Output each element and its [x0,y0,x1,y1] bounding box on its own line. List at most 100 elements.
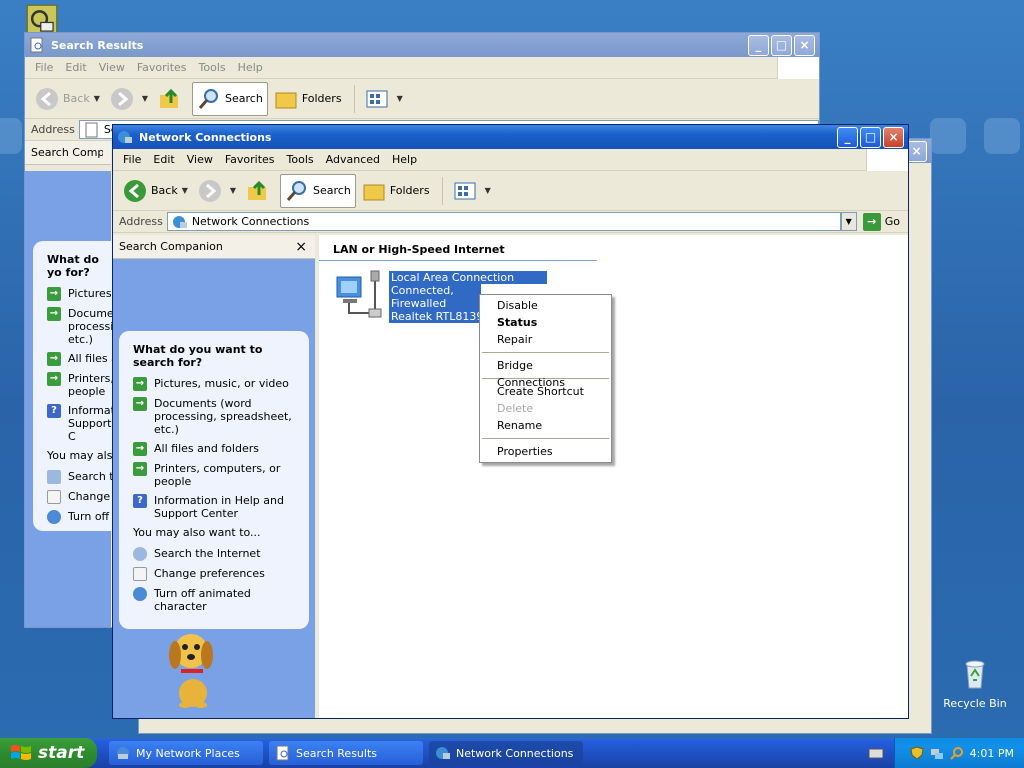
close-button[interactable]: × [794,34,815,56]
menu-help[interactable]: Help [386,153,423,166]
network-adapter-icon [336,270,382,318]
green-arrow-icon: → [47,372,61,386]
search-results-titlebar[interactable]: Search Results _ □ × [25,33,819,57]
up-folder-button[interactable] [154,82,190,116]
recycle-bin-label: Recycle Bin [943,697,1007,710]
search-option-printers[interactable]: → Printers, computers, or people [133,462,297,488]
menu-file[interactable]: File [117,153,147,166]
maximize-button[interactable]: □ [771,34,792,56]
up-folder-icon [160,88,179,108]
back-button[interactable]: Back ▼ [31,82,104,116]
security-shield-icon[interactable] [910,746,924,760]
preferences-icon [133,567,147,581]
search-companion-header: Search Compani [25,141,111,165]
search-icon [198,88,219,109]
menu-repair[interactable]: Repair [480,331,611,348]
search-button[interactable]: Search [280,173,356,208]
network-connections-icon [436,747,450,759]
menu-favorites[interactable]: Favorites [219,153,281,166]
search-option-pictures[interactable]: → Pictures, music, or video [133,377,297,391]
connection-device: Realtek RTL8139 F [389,310,481,323]
search-internet-link[interactable]: Search the Internet [133,547,297,561]
go-button[interactable]: → Go [857,212,908,231]
menu-separator [482,352,609,353]
address-dropdown-button[interactable]: ▼ [840,212,857,231]
menu-bridge-connections[interactable]: Bridge Connections [480,357,611,389]
toolbar: Back ▼ ▼ Search Folders ▼ [113,171,908,211]
search-companion-panel: Search Companion × What do you want to s… [113,235,315,718]
menu-advanced[interactable]: Advanced [320,153,386,166]
task-search-results[interactable]: Search Results [269,741,423,765]
menu-tools[interactable]: Tools [281,153,320,166]
windows-logo [866,149,908,171]
search-results-icon [85,122,98,137]
close-companion-button[interactable]: × [295,239,307,255]
views-button[interactable]: ▼ [449,174,495,208]
menu-file[interactable]: File [29,61,59,74]
search-label: Search [313,184,351,197]
globe-icon [47,510,61,524]
search-companion-title: Search Companion [119,240,223,253]
close-button[interactable]: × [883,126,904,148]
task-network-connections[interactable]: Network Connections [429,741,583,765]
search-dog-character-icon[interactable] [159,623,225,709]
green-arrow-icon: → [47,307,61,321]
back-label: Back [151,184,178,197]
toolbar: Back ▼ ▼ Search Folders ▼ [25,79,819,119]
maximize-button[interactable]: □ [860,126,881,148]
folders-icon [275,92,297,108]
minimize-button[interactable]: _ [748,34,769,56]
connection-status: Connected, Firewalled [389,284,481,310]
clock[interactable]: 4:01 PM [970,747,1014,760]
start-button[interactable]: start [0,738,97,768]
search-tray-icon[interactable] [949,746,964,760]
keyboard-icon[interactable] [868,746,884,760]
search-option-documents[interactable]: → Documents (word processing, spreadsheet… [133,397,297,436]
globe-icon [133,587,147,601]
recycle-bin[interactable]: Recycle Bin [940,658,1010,710]
close-button[interactable]: × [906,140,927,162]
preferences-icon [47,490,61,504]
menu-create-shortcut[interactable]: Create Shortcut [480,383,611,400]
menu-help[interactable]: Help [232,61,269,74]
task-my-network-places[interactable]: My Network Places [109,741,263,765]
menu-view[interactable]: View [181,153,219,166]
connection-name: Local Area Connection [389,271,547,284]
menu-edit[interactable]: Edit [59,61,92,74]
menu-status[interactable]: Status [480,314,611,331]
up-folder-button[interactable] [242,174,278,208]
search-option-help[interactable]: ? Information in Help and Support Center [133,494,297,520]
menu-rename[interactable]: Rename [480,417,611,434]
address-field[interactable]: Network Connections [166,212,841,231]
menu-separator [482,438,609,439]
menu-tools[interactable]: Tools [193,61,232,74]
search-label: Search [225,92,263,105]
balloon-heading: What do you want to search for? [133,343,263,369]
search-companion-title: Search Compani [31,146,103,159]
green-arrow-icon: → [47,352,61,366]
network-status-icon[interactable] [930,746,944,760]
network-connections-titlebar[interactable]: Network Connections _ □ × [113,125,908,149]
back-arrow-icon [124,179,146,202]
folders-button[interactable]: Folders [270,82,346,116]
menu-disable[interactable]: Disable [480,297,611,314]
go-arrow-icon: → [862,212,881,231]
menu-view[interactable]: View [93,61,131,74]
menu-properties[interactable]: Properties [480,443,611,460]
turn-off-character-link[interactable]: Turn off animated character [133,587,297,613]
folders-button[interactable]: Folders [358,174,434,208]
menu-favorites[interactable]: Favorites [131,61,193,74]
back-button[interactable]: Back ▼ [119,174,192,208]
change-preferences-link[interactable]: Change preferences [133,567,297,581]
forward-button[interactable]: ▼ [194,174,240,208]
minimize-button[interactable]: _ [837,126,858,148]
address-value: Network Connections [191,215,310,228]
search-option-all-files[interactable]: → All files and folders [133,442,297,456]
menu-edit[interactable]: Edit [147,153,180,166]
search-button[interactable]: Search [192,81,268,116]
taskbar: start My Network Places Search Results N… [0,738,1024,768]
views-button[interactable]: ▼ [361,82,407,116]
menubar: File Edit View Favorites Tools Help [25,57,819,79]
group-header-lan: LAN or High-Speed Internet [319,235,597,261]
forward-button[interactable]: ▼ [106,82,152,116]
